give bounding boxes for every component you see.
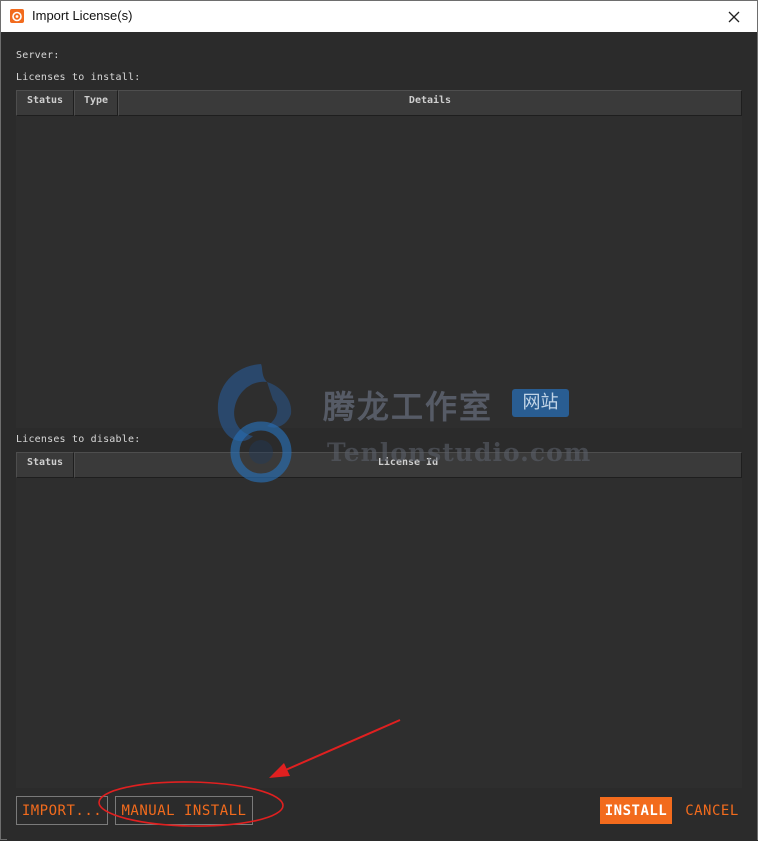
import-button[interactable]: IMPORT... (16, 796, 108, 825)
disable-licenses-table: Status License Id (16, 452, 742, 788)
column-header-license-id[interactable]: License Id (74, 452, 742, 478)
close-icon (728, 11, 740, 22)
import-license-dialog: Import License(s) Server: Licenses to in… (0, 0, 758, 841)
manual-install-button[interactable]: MANUAL INSTALL (115, 796, 253, 825)
close-button[interactable] (711, 1, 757, 32)
dialog-body: Server: Licenses to install: Status Type… (7, 32, 757, 841)
licenses-to-disable-label: Licenses to disable: (16, 434, 141, 445)
install-button[interactable]: INSTALL (600, 797, 672, 824)
disable-table-header: Status License Id (16, 452, 742, 478)
window-title: Import License(s) (32, 8, 133, 23)
column-header-status[interactable]: Status (16, 90, 74, 116)
licenses-to-install-label: Licenses to install: (16, 72, 141, 83)
server-label: Server: (16, 50, 60, 61)
title-bar: Import License(s) (1, 1, 757, 32)
disable-table-body[interactable] (16, 478, 742, 788)
install-table-header: Status Type Details (16, 90, 742, 116)
column-header-status[interactable]: Status (16, 452, 74, 478)
install-table-body[interactable] (16, 116, 742, 428)
install-licenses-table: Status Type Details (16, 90, 742, 428)
houdini-app-icon (10, 9, 24, 23)
cancel-button[interactable]: CANCEL (680, 797, 744, 824)
column-header-details[interactable]: Details (118, 90, 742, 116)
column-header-type[interactable]: Type (74, 90, 118, 116)
